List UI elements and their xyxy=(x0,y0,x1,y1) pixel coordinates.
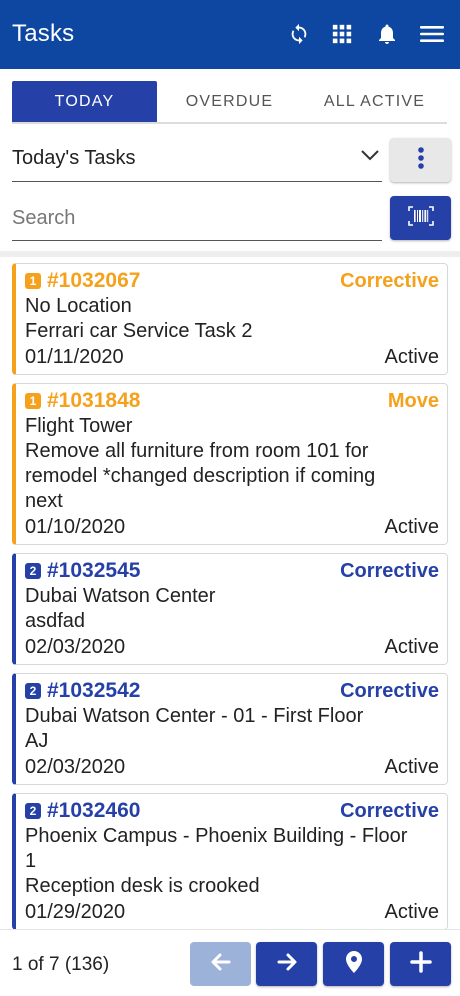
pagination-text: 1 of 7 (136) xyxy=(12,954,110,975)
task-date: 02/03/2020 xyxy=(25,756,126,778)
task-status: Active xyxy=(384,346,439,368)
barcode-icon xyxy=(407,205,434,231)
task-status: Active xyxy=(384,516,439,538)
task-card[interactable]: 2 #1032460 Corrective Phoenix Campus - P… xyxy=(12,793,448,929)
task-id: #1032542 xyxy=(47,679,141,702)
chevron-down-icon xyxy=(360,148,380,167)
priority-badge: 2 xyxy=(25,683,41,699)
task-status: Active xyxy=(384,901,439,923)
task-description: AJ xyxy=(25,730,49,752)
task-status: Active xyxy=(384,756,439,778)
search-field[interactable] xyxy=(12,196,382,241)
priority-badge: 1 xyxy=(25,273,41,289)
task-id: #1032067 xyxy=(47,269,141,292)
task-description: Ferrari car Service Task 2 xyxy=(25,320,253,342)
barcode-scan-button[interactable] xyxy=(390,196,451,240)
task-card[interactable]: 1 #1031848 Move Flight Tower Remove all … xyxy=(12,383,448,545)
task-type: Corrective xyxy=(340,799,439,822)
grid-icon[interactable] xyxy=(327,19,357,49)
task-card[interactable]: 1 #1032067 Corrective No Location Ferrar… xyxy=(12,263,448,375)
priority-badge: 1 xyxy=(25,393,41,409)
arrow-right-icon xyxy=(275,950,299,979)
task-location: Dubai Watson Center - 01 - First Floor xyxy=(25,705,364,727)
task-type: Corrective xyxy=(340,679,439,702)
task-id: #1032545 xyxy=(47,559,141,582)
task-location: Flight Tower xyxy=(25,415,133,437)
task-description: remodel *changed description if coming xyxy=(25,465,376,487)
map-pin-icon xyxy=(345,950,363,979)
task-card[interactable]: 2 #1032545 Corrective Dubai Watson Cente… xyxy=(12,553,448,665)
priority-badge: 2 xyxy=(25,803,41,819)
more-options-button[interactable] xyxy=(390,138,451,182)
tab-overdue[interactable]: OVERDUE xyxy=(157,81,302,122)
task-date: 01/10/2020 xyxy=(25,516,126,538)
location-button[interactable] xyxy=(323,942,384,986)
task-type: Move xyxy=(387,389,439,412)
arrow-left-icon xyxy=(209,950,233,979)
task-date: 01/11/2020 xyxy=(25,346,124,368)
task-list: 1 #1032067 Corrective No Location Ferrar… xyxy=(12,263,448,929)
task-filter-value: Today's Tasks xyxy=(12,147,136,169)
task-location: 1 xyxy=(25,850,37,872)
task-location: No Location xyxy=(25,295,132,317)
task-description: Reception desk is crooked xyxy=(25,875,260,897)
task-status: Active xyxy=(384,636,439,658)
section-divider xyxy=(0,251,460,257)
task-location: Phoenix Campus - Phoenix Building - Floo… xyxy=(25,825,408,847)
tab-today[interactable]: TODAY xyxy=(12,81,157,122)
task-type: Corrective xyxy=(340,269,439,292)
task-date: 02/03/2020 xyxy=(25,636,126,658)
task-location: Dubai Watson Center xyxy=(25,585,216,607)
more-vert-icon xyxy=(417,146,425,175)
task-card[interactable]: 2 #1032542 Corrective Dubai Watson Cente… xyxy=(12,673,448,785)
bell-icon[interactable] xyxy=(372,19,402,49)
task-description: asdfad xyxy=(25,610,86,632)
task-id: #1032460 xyxy=(47,799,141,822)
page-title: Tasks xyxy=(12,20,75,47)
task-filter-select[interactable]: Today's Tasks xyxy=(12,136,382,182)
add-task-button[interactable] xyxy=(390,942,451,986)
menu-icon[interactable] xyxy=(417,19,447,49)
next-page-button[interactable] xyxy=(256,942,317,986)
tab-all-active[interactable]: ALL ACTIVE xyxy=(302,81,447,122)
previous-page-button[interactable] xyxy=(190,942,251,986)
task-description: next xyxy=(25,490,63,512)
tab-bar: TODAY OVERDUE ALL ACTIVE xyxy=(12,81,447,124)
task-id: #1031848 xyxy=(47,389,141,412)
app-bar: Tasks xyxy=(0,0,460,69)
task-date: 01/29/2020 xyxy=(25,901,126,923)
search-input[interactable] xyxy=(12,206,382,230)
task-type: Corrective xyxy=(340,559,439,582)
priority-badge: 2 xyxy=(25,563,41,579)
footer-bar: 1 of 7 (136) xyxy=(0,929,460,996)
plus-icon xyxy=(409,950,432,978)
task-description: Remove all furniture from room 101 for xyxy=(25,440,369,462)
sync-icon[interactable] xyxy=(284,19,314,49)
